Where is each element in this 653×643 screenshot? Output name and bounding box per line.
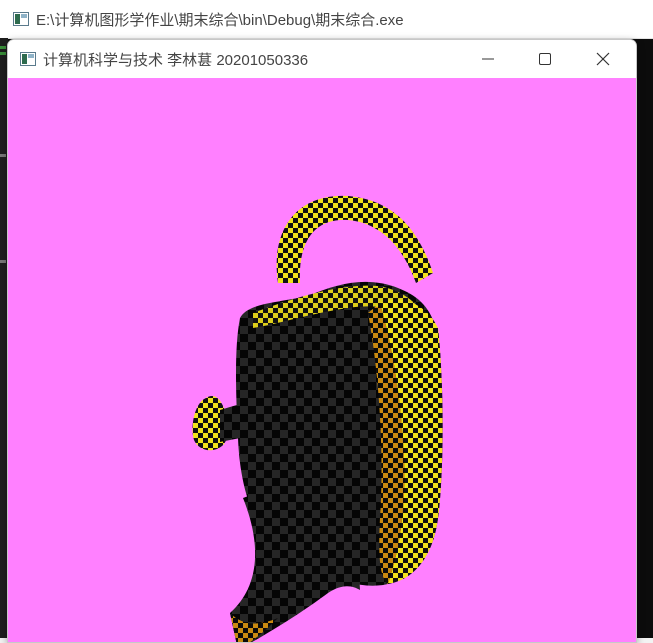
console-titlebar[interactable]: E:\计算机图形学作业\期末综合\bin\Debug\期末综合.exe bbox=[0, 0, 653, 39]
window-title: 计算机科学与技术 李林葚 20201050336 bbox=[43, 51, 309, 69]
minimize-icon bbox=[482, 58, 494, 60]
close-icon bbox=[596, 52, 610, 66]
console-text-fragment bbox=[0, 154, 6, 157]
console-text-fragment bbox=[0, 260, 6, 263]
render-canvas[interactable] bbox=[8, 78, 636, 642]
console-text-fragment bbox=[0, 52, 6, 55]
app-window-icon bbox=[20, 52, 36, 66]
maximize-button[interactable] bbox=[522, 40, 568, 78]
minimize-button[interactable] bbox=[465, 40, 511, 78]
console-text-fragment bbox=[0, 46, 6, 49]
maximize-icon bbox=[539, 53, 551, 65]
console-app-icon bbox=[13, 12, 29, 26]
window-titlebar[interactable]: 计算机科学与技术 李林葚 20201050336 bbox=[8, 40, 636, 78]
teapot-handle bbox=[276, 195, 433, 283]
close-button[interactable] bbox=[580, 40, 626, 78]
teapot-render bbox=[192, 195, 443, 642]
opengl-window: 计算机科学与技术 李林葚 20201050336 bbox=[7, 39, 637, 643]
console-title: E:\计算机图形学作业\期末综合\bin\Debug\期末综合.exe bbox=[36, 11, 404, 29]
